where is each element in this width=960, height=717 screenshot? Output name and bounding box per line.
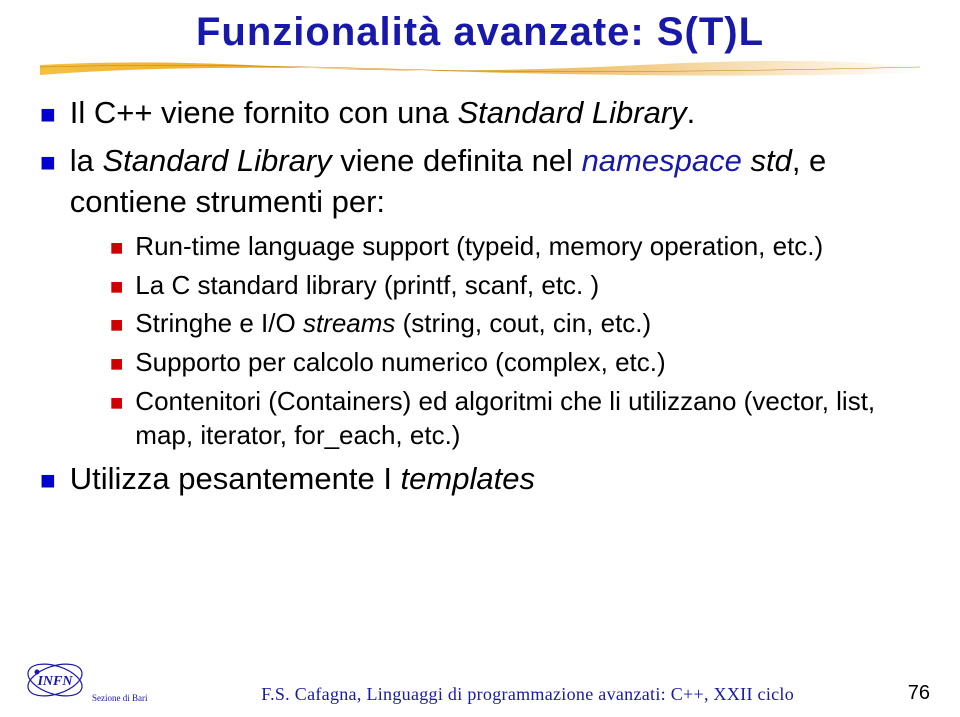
text: Stringhe e I/O: [135, 308, 303, 338]
slide-title: Funzionalità avanzate: S(T)L: [0, 0, 960, 55]
logo-container: INFN Sezione di Bari: [20, 655, 148, 705]
square-bullet-icon: ■: [40, 465, 56, 496]
text-italic: streams: [303, 308, 395, 338]
bullet-level1: ■ Il C++ viene fornito con una Standard …: [40, 93, 920, 133]
text: la: [70, 143, 103, 178]
bullet-level2: ■ Stringhe e I/O streams (string, cout, …: [110, 307, 920, 341]
bullet-level1: ■ Utilizza pesantemente I templates: [40, 459, 920, 499]
page-number: 76: [908, 682, 930, 705]
text-italic: templates: [401, 461, 535, 496]
footer-text: F.S. Cafagna, Linguaggi di programmazion…: [261, 684, 794, 705]
bullet-level2: ■ La C standard library (printf, scanf, …: [110, 269, 920, 303]
square-bullet-icon: ■: [110, 274, 123, 300]
square-bullet-icon: ■: [110, 351, 123, 377]
text: Utilizza pesantemente I: [70, 461, 401, 496]
slide-footer: INFN Sezione di Bari F.S. Cafagna, Lingu…: [0, 655, 960, 705]
text: Supporto per calcolo numerico (complex, …: [135, 346, 665, 380]
title-divider: [40, 61, 920, 79]
text: Contenitori (Containers) ed algoritmi ch…: [135, 385, 920, 453]
text-italic: std: [742, 143, 792, 178]
text: (string, cout, cin, etc.): [395, 308, 651, 338]
text-namespace: namespace: [582, 143, 742, 178]
text: .: [687, 95, 696, 130]
square-bullet-icon: ■: [40, 99, 56, 130]
text-italic: Standard Library: [102, 143, 331, 178]
text: viene definita nel: [332, 143, 582, 178]
svg-text:INFN: INFN: [36, 674, 73, 689]
bullet-level2: ■ Run-time language support (typeid, mem…: [110, 230, 920, 264]
bullet-level1: ■ la Standard Library viene definita nel…: [40, 141, 920, 222]
bullet-level2: ■ Contenitori (Containers) ed algoritmi …: [110, 385, 920, 453]
text: Run-time language support (typeid, memor…: [135, 230, 823, 264]
infn-logo-icon: INFN: [20, 655, 90, 705]
bullet-level2: ■ Supporto per calcolo numerico (complex…: [110, 346, 920, 380]
square-bullet-icon: ■: [110, 390, 123, 416]
square-bullet-icon: ■: [110, 235, 123, 261]
logo-subtitle: Sezione di Bari: [92, 693, 148, 703]
square-bullet-icon: ■: [40, 147, 56, 178]
square-bullet-icon: ■: [110, 312, 123, 338]
text: Il C++ viene fornito con una: [70, 95, 458, 130]
text: La C standard library (printf, scanf, et…: [135, 269, 599, 303]
text-italic: Standard Library: [457, 95, 686, 130]
slide-content: ■ Il C++ viene fornito con una Standard …: [0, 79, 960, 499]
